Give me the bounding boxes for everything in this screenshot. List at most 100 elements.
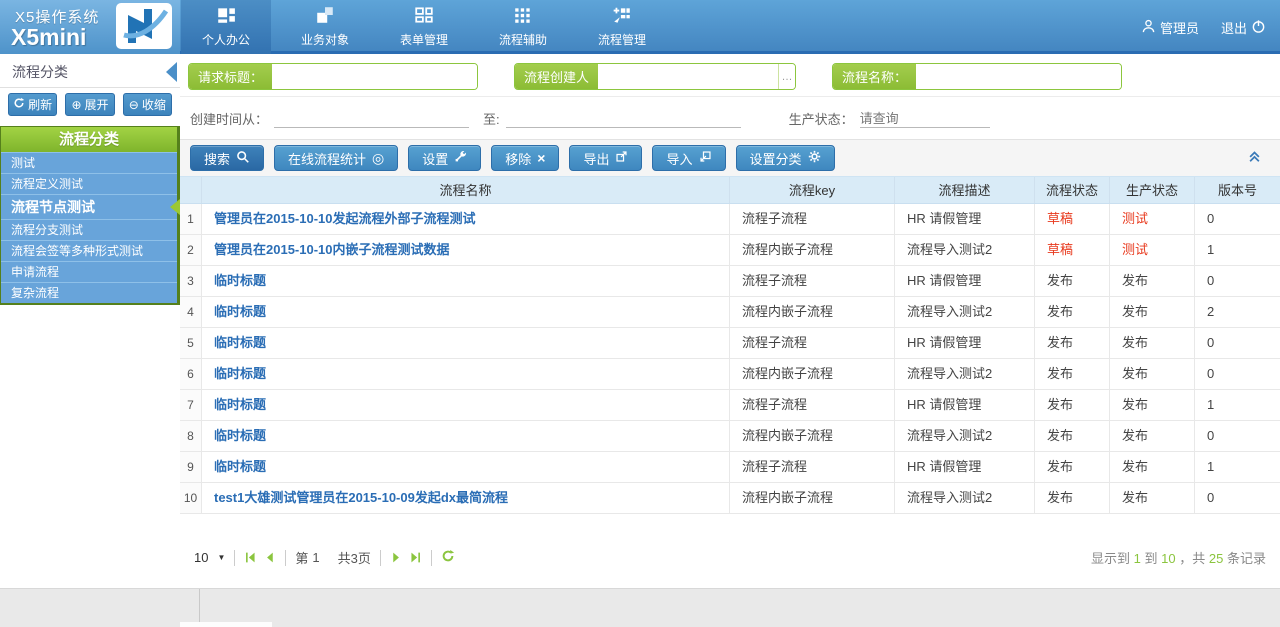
process-status-cell: 发布 bbox=[1035, 359, 1110, 389]
process-name-link[interactable]: 管理员在2015-10-10发起流程外部子流程测试 bbox=[202, 204, 730, 234]
table-row: 9 临时标题 流程子流程 HR 请假管理 发布 发布 1 bbox=[180, 452, 1280, 483]
process-name-link[interactable]: 临时标题 bbox=[202, 266, 730, 296]
online-process-stats-button[interactable]: 在线流程统计 ◎ bbox=[274, 145, 398, 171]
created-from-input[interactable] bbox=[274, 108, 469, 128]
process-name-link[interactable]: 临时标题 bbox=[202, 297, 730, 327]
prod-status-cell: 发布 bbox=[1110, 266, 1195, 296]
process-status-cell: 发布 bbox=[1035, 421, 1110, 451]
nav-tab-form-management[interactable]: 表单管理 bbox=[379, 0, 469, 54]
nav-tab-personal-office[interactable]: 个人办公 bbox=[181, 0, 271, 54]
nav-tab-process-management[interactable]: 流程管理 bbox=[577, 0, 667, 54]
action-toolbar: 搜索 在线流程统计 ◎ 设置 移除 × 导出 bbox=[180, 139, 1280, 176]
version-cell: 0 bbox=[1195, 421, 1280, 451]
import-button[interactable]: 导入 bbox=[652, 145, 725, 171]
settings-button-label: 设置 bbox=[422, 149, 448, 168]
column-header-key: 流程key bbox=[730, 177, 895, 203]
page-size-value: 10 bbox=[194, 550, 208, 565]
request-title-input[interactable] bbox=[272, 64, 477, 89]
refresh-icon bbox=[13, 97, 25, 112]
process-name-link[interactable]: 临时标题 bbox=[202, 452, 730, 482]
process-desc-cell: HR 请假管理 bbox=[895, 204, 1035, 234]
tree-item-process-branch-test[interactable]: 流程分支测试 bbox=[1, 219, 177, 240]
reload-icon[interactable] bbox=[441, 549, 455, 566]
collapse-button[interactable]: ⊖ 收缩 bbox=[123, 93, 172, 116]
creator-input[interactable] bbox=[598, 64, 778, 89]
settings-button[interactable]: 设置 bbox=[408, 145, 481, 171]
creator-picker-button[interactable]: … bbox=[778, 64, 795, 89]
tree-item-process-node-test[interactable]: 流程节点测试 bbox=[1, 194, 177, 219]
gear-icon bbox=[808, 150, 821, 166]
process-name-input[interactable] bbox=[916, 64, 1121, 89]
export-button[interactable]: 导出 bbox=[569, 145, 642, 171]
table-row: 8 临时标题 流程内嵌子流程 流程导入测试2 发布 发布 0 bbox=[180, 421, 1280, 452]
search-button[interactable]: 搜索 bbox=[190, 145, 264, 171]
tree-item-apply-process[interactable]: 申请流程 bbox=[1, 261, 177, 282]
table-header: 流程名称 流程key 流程描述 流程状态 生产状态 版本号 bbox=[180, 176, 1280, 204]
footer-bar bbox=[0, 588, 1280, 627]
tree-item-test[interactable]: 测试 bbox=[1, 152, 177, 173]
current-user[interactable]: 管理员 bbox=[1141, 18, 1199, 37]
prod-status-cell: 发布 bbox=[1110, 421, 1195, 451]
personal-office-icon bbox=[216, 6, 236, 27]
refresh-label: 刷新 bbox=[28, 96, 52, 113]
process-status-cell: 草稿 bbox=[1035, 204, 1110, 234]
nav-tab-label: 表单管理 bbox=[400, 31, 448, 48]
expand-button[interactable]: ⊕ 展开 bbox=[65, 93, 114, 116]
process-name-link[interactable]: 临时标题 bbox=[202, 390, 730, 420]
tree-item-label: 流程定义测试 bbox=[11, 177, 83, 191]
records-summary: 显示到 1 到 10 ，共 25 条记录 bbox=[1091, 548, 1266, 567]
version-cell: 1 bbox=[1195, 390, 1280, 420]
collapse-search-panel-icon[interactable] bbox=[1247, 149, 1262, 168]
tree-item-label: 流程节点测试 bbox=[11, 199, 95, 215]
row-index: 9 bbox=[180, 452, 202, 482]
table-row: 3 临时标题 流程子流程 HR 请假管理 发布 发布 0 bbox=[180, 266, 1280, 297]
prod-status-cell: 测试 bbox=[1110, 204, 1195, 234]
nav-tab-process-assist[interactable]: 流程辅助 bbox=[478, 0, 568, 54]
process-desc-cell: HR 请假管理 bbox=[895, 266, 1035, 296]
tree-item-label: 测试 bbox=[11, 156, 35, 170]
first-page-icon[interactable] bbox=[244, 551, 257, 564]
column-header-status: 流程状态 bbox=[1035, 177, 1110, 203]
remove-button[interactable]: 移除 × bbox=[491, 145, 559, 171]
row-index: 8 bbox=[180, 421, 202, 451]
refresh-button[interactable]: 刷新 bbox=[8, 93, 57, 116]
set-category-button[interactable]: 设置分类 bbox=[736, 145, 835, 171]
production-status-input[interactable] bbox=[860, 108, 990, 128]
process-key-cell: 流程内嵌子流程 bbox=[730, 235, 895, 265]
version-cell: 0 bbox=[1195, 266, 1280, 296]
prev-page-icon[interactable] bbox=[263, 551, 276, 564]
nav-tab-label: 流程辅助 bbox=[499, 31, 547, 48]
process-key-cell: 流程内嵌子流程 bbox=[730, 421, 895, 451]
created-to-input[interactable] bbox=[506, 108, 741, 128]
pagination-bar: 10 ▼ 第 1 共3页 bbox=[180, 548, 1280, 567]
version-cell: 1 bbox=[1195, 452, 1280, 482]
process-name-label: 流程名称： bbox=[833, 64, 916, 89]
process-name-link[interactable]: 管理员在2015-10-10内嵌子流程测试数据 bbox=[202, 235, 730, 265]
column-header-name: 流程名称 bbox=[202, 177, 730, 203]
row-index: 1 bbox=[180, 204, 202, 234]
sidebar-toolbar: 刷新 ⊕ 展开 ⊖ 收缩 bbox=[0, 88, 180, 122]
collapse-sidebar-arrow-icon[interactable] bbox=[166, 62, 177, 82]
search-button-label: 搜索 bbox=[204, 149, 230, 168]
page-size-select[interactable]: 10 ▼ bbox=[194, 550, 225, 565]
tree-item-complex-process[interactable]: 复杂流程 bbox=[1, 282, 177, 303]
pager-divider bbox=[380, 550, 381, 566]
current-page-input[interactable]: 1 bbox=[312, 550, 319, 565]
minus-circle-icon: ⊖ bbox=[129, 99, 139, 111]
form-management-icon bbox=[414, 6, 434, 27]
tree-item-countersign-test[interactable]: 流程会签等多种形式测试 bbox=[1, 240, 177, 261]
process-key-cell: 流程内嵌子流程 bbox=[730, 483, 895, 513]
close-icon: × bbox=[537, 151, 545, 165]
nav-tab-business-objects[interactable]: 业务对象 bbox=[280, 0, 370, 54]
process-name-link[interactable]: 临时标题 bbox=[202, 328, 730, 358]
next-page-icon[interactable] bbox=[390, 551, 403, 564]
last-page-icon[interactable] bbox=[409, 551, 422, 564]
prod-status-cell: 发布 bbox=[1110, 297, 1195, 327]
tree-item-process-definition-test[interactable]: 流程定义测试 bbox=[1, 173, 177, 194]
process-name-link[interactable]: test1大雄测试管理员在2015-10-09发起dx最简流程 bbox=[202, 483, 730, 513]
process-name-link[interactable]: 临时标题 bbox=[202, 359, 730, 389]
footer-tab bbox=[180, 622, 272, 627]
logout-button[interactable]: 退出 bbox=[1221, 18, 1266, 37]
process-name-link[interactable]: 临时标题 bbox=[202, 421, 730, 451]
version-cell: 0 bbox=[1195, 204, 1280, 234]
